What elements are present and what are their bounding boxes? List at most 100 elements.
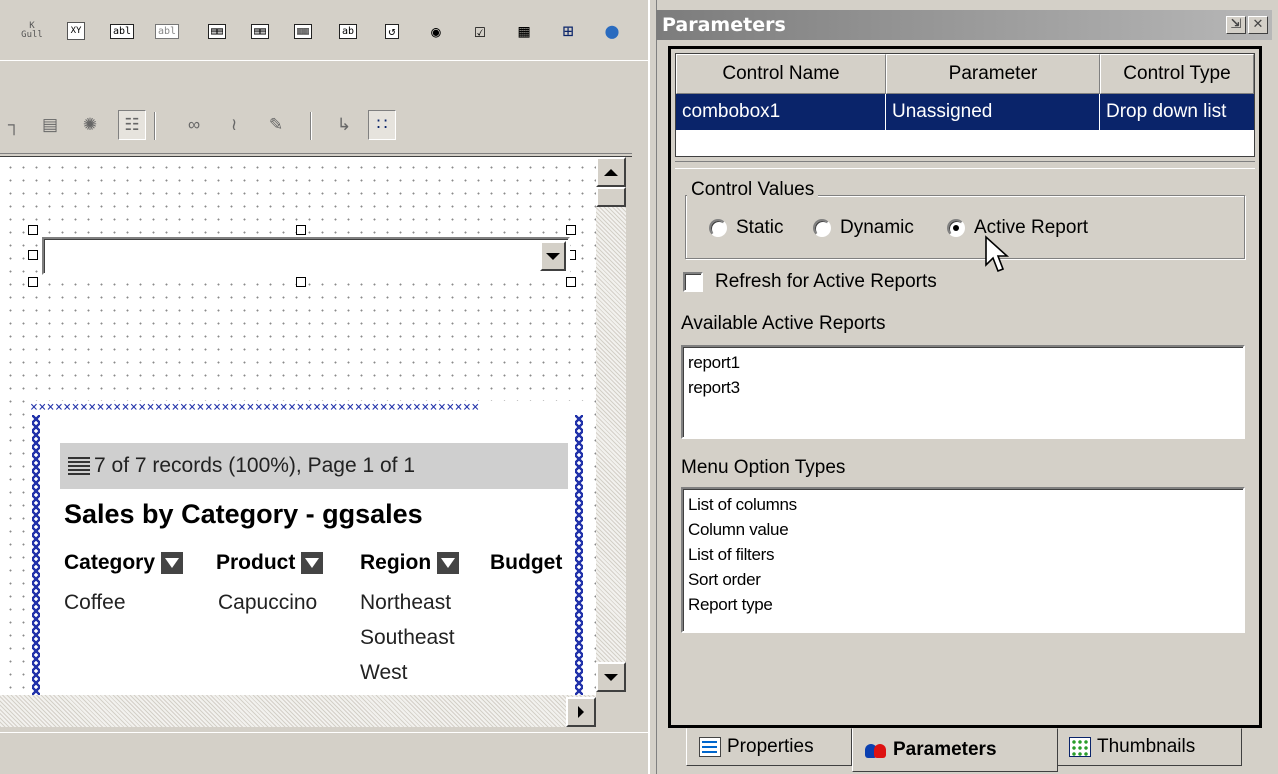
tab-thumbnails[interactable]: Thumbnails xyxy=(1056,728,1242,766)
records-icon xyxy=(68,457,90,475)
radio-button[interactable] xyxy=(709,219,727,237)
globe-icon[interactable]: ● xyxy=(600,18,624,44)
toolbar-separator xyxy=(310,112,312,140)
column-header-label: Budget xyxy=(490,551,563,574)
resize-handle[interactable] xyxy=(28,225,38,235)
column-header-product[interactable]: Product xyxy=(216,551,324,575)
scroll-right-button[interactable] xyxy=(566,697,596,727)
radio-button-selected[interactable] xyxy=(947,219,965,237)
radio-static[interactable]: Static xyxy=(709,217,784,239)
filter-dropdown-icon[interactable] xyxy=(161,552,184,574)
chain-icon[interactable]: ✺ xyxy=(76,110,104,140)
tab-parameters[interactable]: Parameters xyxy=(852,728,1058,772)
tab-properties[interactable]: Properties xyxy=(686,728,852,766)
panel-tabs: Properties Parameters Thumbnails xyxy=(680,728,1250,772)
radio-control-icon[interactable]: ◉ xyxy=(424,18,448,44)
resize-handle[interactable] xyxy=(296,225,306,235)
table-row[interactable]: combobox1 Unassigned Drop down list xyxy=(676,94,1254,130)
checkbox[interactable] xyxy=(683,272,703,292)
available-reports-label: Available Active Reports xyxy=(681,313,886,334)
report-header-row: Category Product Region Budget xyxy=(64,551,564,581)
list-item[interactable]: report3 xyxy=(688,375,1238,400)
button-control-icon[interactable]: ab xyxy=(336,18,360,44)
menu-option-types-list[interactable]: List of columns Column value List of fil… xyxy=(681,487,1245,633)
combobox-dropdown-button[interactable] xyxy=(540,241,566,271)
cell-region: Southeast xyxy=(360,626,455,649)
thumbnails-tab-icon xyxy=(1069,737,1091,757)
close-icon[interactable]: ✕ xyxy=(1248,16,1268,34)
cell-control-type[interactable]: Drop down list xyxy=(1100,94,1254,130)
list-item[interactable]: report1 xyxy=(688,350,1238,375)
list-item[interactable]: Report type xyxy=(688,592,1238,617)
tree-control-icon[interactable]: ⊞ xyxy=(556,18,580,44)
scroll-down-button[interactable] xyxy=(596,662,626,692)
splitter[interactable] xyxy=(675,161,1255,169)
resize-handle[interactable] xyxy=(28,277,38,287)
resize-handle[interactable] xyxy=(566,225,576,235)
active-report-frame[interactable]: ××××××××××××××××××××××××××××××××××××××××… xyxy=(30,401,585,695)
chevron-down-icon xyxy=(546,252,560,260)
menu-option-types-label: Menu Option Types xyxy=(681,457,846,478)
scroll-thumb[interactable] xyxy=(596,187,626,207)
link-icon[interactable]: ∞ xyxy=(180,110,208,140)
textbox-disabled-icon[interactable]: abl xyxy=(154,18,180,44)
refresh-active-reports-checkbox[interactable]: Refresh for Active Reports xyxy=(683,271,937,293)
resize-handle[interactable] xyxy=(566,277,576,287)
cell-parameter[interactable]: Unassigned xyxy=(886,94,1100,130)
list-split-icon[interactable]: ▥▥ xyxy=(291,18,315,44)
controls-toolbar: K Gull XY abl abl ▤▤ ▤▤ ▥▥ ab ↺ ◉ ☑ ▦ ⊞ ● xyxy=(0,12,648,58)
arrow-down-icon xyxy=(604,673,618,681)
report-frame-border xyxy=(30,415,42,695)
grid-header-control-type[interactable]: Control Type xyxy=(1100,54,1254,94)
record-status-text: 7 of 7 records (100%), Page 1 of 1 xyxy=(94,454,416,477)
arrow-up-icon xyxy=(604,168,618,176)
unlink-icon[interactable]: ≀ xyxy=(220,110,248,140)
filter-dropdown-icon[interactable] xyxy=(301,552,324,574)
panel-titlebar[interactable]: Parameters ⇲ ✕ xyxy=(656,10,1272,40)
column-header-budget[interactable]: Budget xyxy=(490,551,562,575)
radio-button[interactable] xyxy=(813,219,831,237)
vertical-scrollbar[interactable] xyxy=(596,157,626,692)
checkbox-control-icon[interactable]: ☑ xyxy=(468,18,492,44)
grid-snap-icon[interactable]: ∷ xyxy=(368,110,396,140)
parameters-panel: Parameters ⇲ ✕ Control Name Parameter Co… xyxy=(648,0,1278,774)
list-item[interactable]: List of filters xyxy=(688,542,1238,567)
grid-header-parameter[interactable]: Parameter xyxy=(886,54,1100,94)
properties-icon[interactable]: ✎ xyxy=(262,110,290,140)
column-header-category[interactable]: Category xyxy=(64,551,184,575)
list-item[interactable]: Column value xyxy=(688,517,1238,542)
align-left-icon[interactable]: ┐ xyxy=(0,110,28,140)
design-canvas[interactable]: ××××××××××××××××××××××××××××××××××××××××… xyxy=(0,157,596,695)
list-item[interactable]: List of columns xyxy=(688,492,1238,517)
combobox1-control[interactable] xyxy=(42,237,570,275)
list-item[interactable]: Sort order xyxy=(688,567,1238,592)
resize-handle[interactable] xyxy=(296,277,306,287)
ruler-icon[interactable]: K Gull xyxy=(20,18,44,44)
arrange-icon[interactable]: ☷ xyxy=(118,110,146,140)
controls-grid[interactable]: Control Name Parameter Control Type comb… xyxy=(675,53,1255,157)
radio-label: Static xyxy=(736,217,784,238)
restore-icon[interactable]: ⇲ xyxy=(1226,16,1246,34)
resize-handle[interactable] xyxy=(28,250,38,260)
radio-active-report[interactable]: Active Report xyxy=(947,217,1088,239)
grid-control-icon[interactable]: ▦ xyxy=(512,18,536,44)
refresh-control-icon[interactable]: ↺ xyxy=(380,18,404,44)
filter-dropdown-icon[interactable] xyxy=(437,552,460,574)
radio-dynamic[interactable]: Dynamic xyxy=(813,217,914,239)
xy-icon[interactable]: XY xyxy=(64,18,88,44)
align-bottom-icon[interactable]: ▤ xyxy=(36,110,64,140)
horizontal-scrollbar[interactable] xyxy=(0,695,596,727)
scroll-up-button[interactable] xyxy=(596,157,626,187)
grid-header-control-name[interactable]: Control Name xyxy=(676,54,886,94)
list-add-icon[interactable]: ▤▤ xyxy=(205,18,229,44)
cell-product: Capuccino xyxy=(218,591,318,614)
column-header-region[interactable]: Region xyxy=(360,551,460,575)
textbox-icon[interactable]: abl xyxy=(109,18,135,44)
available-reports-list[interactable]: report1 report3 xyxy=(681,345,1245,439)
tab-label: Parameters xyxy=(893,739,997,760)
panel-title: Parameters xyxy=(662,14,786,36)
tab-label: Thumbnails xyxy=(1097,736,1196,757)
flow-icon[interactable]: ↳ xyxy=(330,110,358,140)
list-columns-icon[interactable]: ▤▤ xyxy=(248,18,272,44)
grid-header: Control Name Parameter Control Type xyxy=(676,54,1254,94)
